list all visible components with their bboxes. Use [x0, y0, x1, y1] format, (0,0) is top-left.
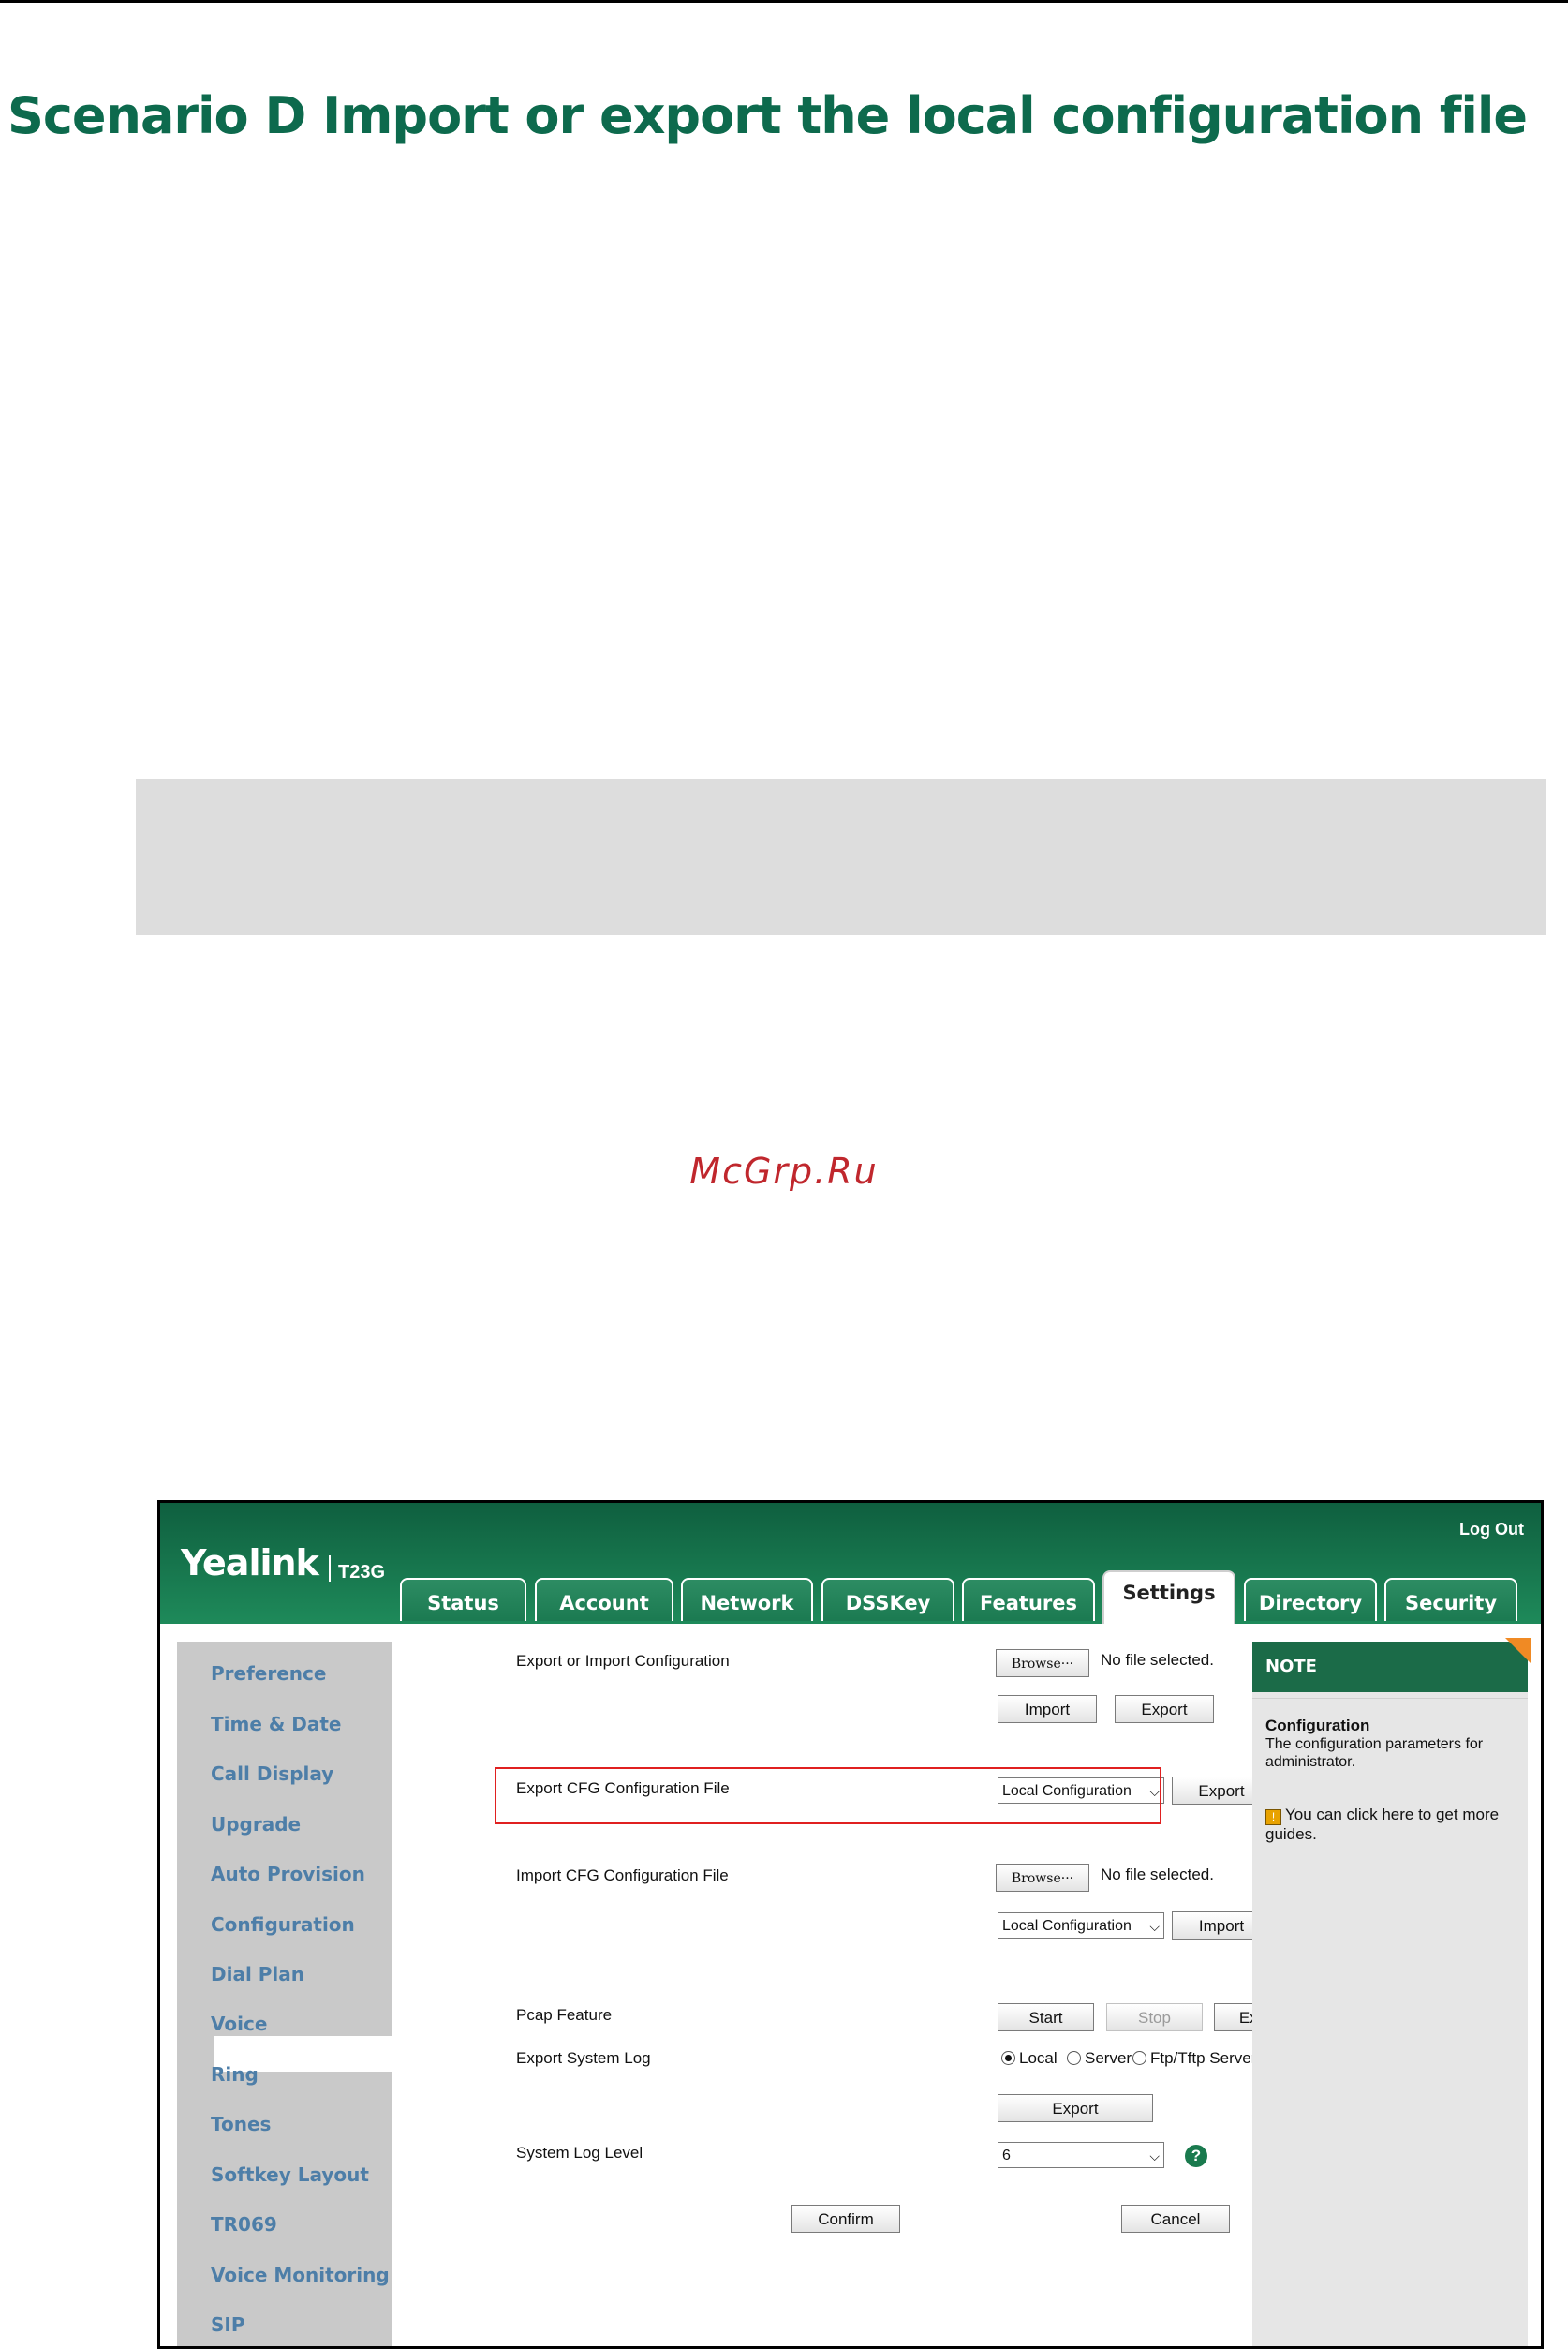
radio-local[interactable] — [1001, 2051, 1015, 2065]
import-cfg-select[interactable]: Local Configuration ⌵ — [998, 1912, 1164, 1939]
brand-logo: Yealink — [181, 1542, 319, 1583]
radio-ftp-label: Ftp/Tftp Server — [1150, 2049, 1257, 2067]
radio-ftp-server[interactable] — [1132, 2051, 1146, 2065]
tab-security[interactable]: Security — [1384, 1578, 1517, 1621]
sidebar-item-tones[interactable]: Tones — [211, 2113, 271, 2135]
export-import-label: Export or Import Configuration — [516, 1652, 730, 1670]
note-guide-link[interactable]: ! You can click here to get more guides. — [1265, 1806, 1518, 1844]
settings-form: Export or Import Configuration Browse···… — [406, 1642, 1327, 2346]
sidebar-item-tr069[interactable]: TR069 — [211, 2213, 277, 2236]
sidebar-item-call-display[interactable]: Call Display — [211, 1762, 333, 1785]
browse-button[interactable]: Browse··· — [996, 1864, 1089, 1892]
web-ui-screenshot: Yealink T23G Log Out Status Account Netw… — [157, 1500, 1544, 2349]
tab-dsskey[interactable]: DSSKey — [821, 1578, 954, 1621]
pcap-label: Pcap Feature — [516, 2006, 613, 2024]
sidebar-item-ring[interactable]: Ring — [211, 2063, 259, 2086]
pcap-stop-button[interactable]: Stop — [1106, 2003, 1203, 2031]
lightbulb-icon: ! — [1265, 1809, 1281, 1825]
cancel-button[interactable]: Cancel — [1121, 2205, 1230, 2233]
sidebar-item-preference[interactable]: Preference — [211, 1662, 326, 1685]
import-cfg-label: Import CFG Configuration File — [516, 1866, 729, 1884]
log-level-select[interactable]: 6 ⌵ — [998, 2142, 1164, 2168]
log-level-label: System Log Level — [516, 2144, 643, 2162]
sidebar-item-upgrade[interactable]: Upgrade — [211, 1813, 301, 1836]
sidebar-item-softkey-layout[interactable]: Softkey Layout — [211, 2163, 369, 2186]
section-title: Scenario D Import or export the local co… — [7, 86, 1528, 145]
watermark: McGrp.Ru — [689, 1151, 879, 1192]
tab-settings[interactable]: Settings — [1102, 1570, 1235, 1624]
sidebar-item-dial-plan[interactable]: Dial Plan — [211, 1963, 304, 1985]
highlight-box — [495, 1767, 1161, 1824]
note-header: NOTE — [1252, 1642, 1528, 1692]
tab-status[interactable]: Status — [400, 1578, 526, 1621]
note-panel: NOTE Configuration The configuration par… — [1252, 1638, 1531, 2346]
syslog-label: Export System Log — [516, 2049, 651, 2067]
sidebar-item-auto-provision[interactable]: Auto Provision — [211, 1863, 365, 1885]
no-file-text: No file selected. — [1101, 1866, 1214, 1883]
radio-local-label: Local — [1019, 2049, 1058, 2067]
sidebar-item-time-date[interactable]: Time & Date — [211, 1713, 342, 1735]
pcap-start-button[interactable]: Start — [998, 2003, 1094, 2031]
sidebar-item-configuration[interactable]: Configuration — [211, 1913, 355, 1936]
log-level-value: 6 — [1002, 2148, 1011, 2163]
confirm-button[interactable]: Confirm — [791, 2205, 900, 2233]
sidebar-item-voice[interactable]: Voice — [211, 2013, 267, 2035]
sidebar: Preference Time & Date Call Display Upgr… — [177, 1642, 422, 2346]
sidebar-item-sip[interactable]: SIP — [211, 2313, 245, 2336]
help-icon[interactable]: ? — [1185, 2145, 1207, 2167]
note-body — [1252, 1698, 1528, 2346]
model-label: T23G — [329, 1555, 385, 1583]
chevron-down-icon: ⌵ — [1149, 2148, 1160, 2163]
tab-network[interactable]: Network — [681, 1578, 813, 1621]
note-corner-icon — [1505, 1638, 1531, 1664]
import-cfg-select-value: Local Configuration — [1002, 1918, 1132, 1934]
radio-server[interactable] — [1067, 2051, 1081, 2065]
note-title: Configuration — [1265, 1717, 1370, 1734]
logout-link[interactable]: Log Out — [1459, 1520, 1524, 1539]
radio-server-label: Server — [1085, 2049, 1132, 2067]
tab-directory[interactable]: Directory — [1244, 1578, 1377, 1621]
tab-account[interactable]: Account — [535, 1578, 673, 1621]
export-button[interactable]: Export — [1115, 1695, 1214, 1723]
import-button[interactable]: Import — [998, 1695, 1097, 1723]
sidebar-item-voice-monitoring[interactable]: Voice Monitoring — [211, 2264, 390, 2286]
syslog-export-button[interactable]: Export — [998, 2094, 1153, 2122]
no-file-text: No file selected. — [1101, 1651, 1214, 1669]
chevron-down-icon: ⌵ — [1149, 1919, 1160, 1934]
note-guide-text: You can click here to get more guides. — [1265, 1806, 1500, 1843]
header-bar: Yealink T23G Log Out Status Account Netw… — [160, 1503, 1541, 1624]
tab-features[interactable]: Features — [962, 1578, 1095, 1621]
grey-note-box — [136, 779, 1546, 935]
note-text: The configuration parameters for adminis… — [1265, 1736, 1484, 1770]
top-rule — [0, 0, 1568, 3]
browse-button[interactable]: Browse··· — [996, 1649, 1089, 1677]
